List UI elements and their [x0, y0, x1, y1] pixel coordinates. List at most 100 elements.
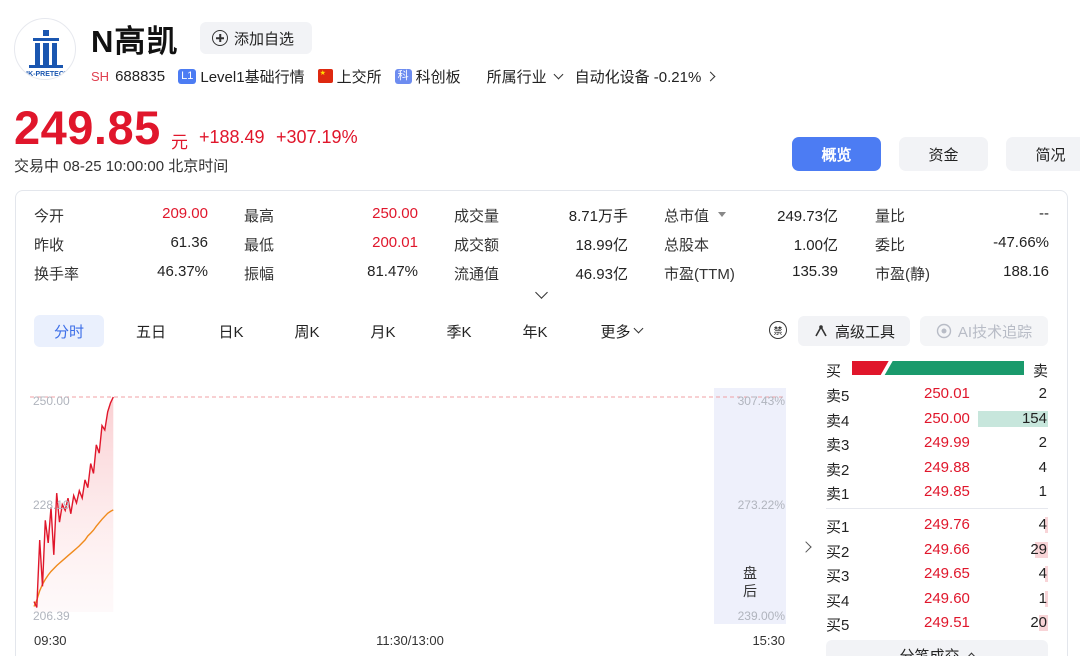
period-tab[interactable]: 月K — [348, 315, 418, 347]
order-book-row[interactable]: 买1 249.76 4 — [826, 514, 1048, 538]
order-price: 249.60 — [924, 589, 970, 607]
indicator-toggle-icon[interactable]: 禁 — [769, 321, 787, 339]
order-volume: 154 — [1021, 409, 1047, 427]
stat-label: 振幅 — [244, 266, 275, 283]
order-book-row[interactable]: 卖4 250.00 154 — [826, 408, 1048, 432]
stat-value: 1.00亿 — [793, 237, 838, 254]
order-level-label: 卖1 — [826, 486, 850, 504]
order-price: 249.99 — [924, 434, 970, 452]
period-tab[interactable]: 年K — [500, 315, 570, 347]
period-tab[interactable]: 更多 — [584, 315, 658, 347]
stat-label: 流通值 — [454, 266, 500, 283]
advanced-tools-button[interactable]: 高级工具 — [798, 316, 910, 346]
level1-label: Level1基础行情 — [200, 68, 305, 86]
stat-value: 18.99亿 — [575, 237, 628, 254]
order-book-row[interactable]: 买3 249.65 4 — [826, 563, 1048, 587]
period-tab[interactable]: 日K — [196, 315, 266, 347]
price-change: +188.49 — [199, 127, 265, 147]
y-right-tick-mid: 273.22% — [738, 498, 786, 512]
period-tab-label: 月K — [370, 323, 396, 341]
tab-funds[interactable]: 资金 — [899, 137, 988, 171]
buy-ratio-segment — [852, 361, 889, 375]
chevron-right-icon — [705, 71, 716, 81]
plus-circle-icon — [212, 30, 228, 46]
order-book-sell-label: 卖 — [1033, 363, 1049, 380]
stat-value: 81.47% — [367, 263, 418, 280]
stat-label: 市盈(静) — [875, 266, 930, 283]
period-tab-label: 季K — [446, 323, 472, 341]
advanced-tools-icon — [815, 325, 827, 337]
caret-down-icon[interactable] — [718, 212, 726, 217]
order-book-row[interactable]: 买2 249.66 29 — [826, 539, 1048, 563]
order-book-row[interactable]: 卖1 249.85 1 — [826, 481, 1048, 505]
chevron-up-icon — [966, 652, 976, 656]
period-tab[interactable]: 周K — [272, 315, 342, 347]
tab-overview[interactable]: 概览 — [792, 137, 881, 171]
stat-label: 昨收 — [34, 237, 65, 254]
industry-link[interactable]: 自动化设备 -0.21% — [575, 66, 716, 87]
ai-tracking-label: AI技术追踪 — [957, 323, 1033, 341]
order-price: 249.76 — [924, 516, 970, 533]
stock-name: N高凯 — [91, 24, 179, 59]
ai-tracking-icon — [936, 323, 952, 339]
stock-code-item: SH 688835 — [91, 68, 165, 85]
industry-dropdown[interactable]: 所属行业 — [487, 66, 564, 87]
y-left-tick-top: 250.00 — [33, 394, 70, 408]
add-to-watchlist-button[interactable]: 添加自选 — [200, 22, 312, 54]
order-level-label: 买3 — [826, 568, 850, 586]
order-book-row[interactable]: 卖3 249.99 2 — [826, 432, 1048, 456]
stat-label: 市盈(TTM) — [664, 266, 735, 283]
order-volume: 4 — [1038, 516, 1047, 533]
y-left-tick-bottom: 206.39 — [33, 609, 70, 623]
price-unit: 元 — [171, 133, 188, 152]
stat-value: 250.00 — [372, 205, 418, 222]
stat-label: 委比 — [875, 237, 906, 254]
order-volume: 29 — [1030, 540, 1047, 558]
star-market-badge-icon: 科 — [394, 68, 412, 84]
order-price: 249.65 — [924, 565, 970, 583]
tab-profile[interactable]: 简况 — [1006, 137, 1080, 171]
stat-value: 8.71万手 — [568, 208, 628, 225]
period-tab-label: 年K — [522, 323, 548, 341]
intraday-chart[interactable]: 250.00 228.19 206.39 307.43% 273.22% 239… — [30, 380, 790, 656]
order-book-row[interactable]: 买5 249.51 20 — [826, 612, 1048, 636]
stat-value: 249.73亿 — [777, 208, 838, 225]
order-volume: 4 — [1038, 458, 1047, 476]
order-level-label: 买2 — [826, 543, 850, 561]
stat-value: 135.39 — [792, 263, 838, 280]
order-level-label: 卖3 — [826, 437, 850, 455]
period-tab[interactable]: 五日 — [116, 315, 186, 347]
trade-detail-label: 分笔成交 — [899, 647, 960, 656]
stat-label[interactable]: 总市值 — [664, 205, 709, 226]
order-book-row[interactable]: 卖2 249.88 4 — [826, 457, 1048, 481]
ai-tracking-button[interactable]: AI技术追踪 — [920, 316, 1048, 346]
order-book-buy-label: 买 — [826, 363, 842, 380]
exchange-item: ★ 上交所 — [317, 66, 382, 87]
x-tick-mid: 11:30/13:00 — [376, 633, 444, 648]
order-level-label: 卖5 — [826, 388, 850, 405]
order-price: 250.00 — [924, 409, 970, 427]
company-logo: HK-PRETECH — [14, 18, 76, 80]
order-book-row[interactable]: 卖5 250.01 2 — [826, 383, 1048, 407]
advanced-tools-label: 高级工具 — [834, 323, 895, 341]
order-book-row[interactable]: 买4 249.60 1 — [826, 588, 1048, 612]
period-tab-label: 五日 — [135, 323, 166, 341]
period-tab-label: 周K — [294, 323, 320, 341]
period-tab[interactable]: 季K — [424, 315, 494, 347]
stat-value: -- — [1039, 205, 1049, 222]
stat-label: 换手率 — [34, 266, 80, 283]
order-level-label: 卖4 — [826, 412, 850, 430]
period-tab[interactable]: 分时 — [34, 315, 104, 347]
level1-quote-link[interactable]: L1 Level1基础行情 — [178, 66, 305, 87]
trade-detail-button[interactable]: 分笔成交 — [826, 640, 1048, 656]
exchange-label: 上交所 — [336, 68, 382, 86]
stat-value: 188.16 — [1003, 263, 1049, 280]
order-level-label: 卖2 — [826, 461, 850, 479]
order-volume: 2 — [1038, 385, 1047, 402]
stat-value: -47.66% — [993, 234, 1049, 251]
board-item: 科 科创板 — [394, 66, 461, 87]
company-logo-graphic: HK-PRETECH — [23, 30, 69, 78]
x-tick-close: 15:30 — [752, 633, 785, 648]
order-price: 250.01 — [924, 385, 970, 402]
stat-label: 成交量 — [454, 208, 500, 225]
